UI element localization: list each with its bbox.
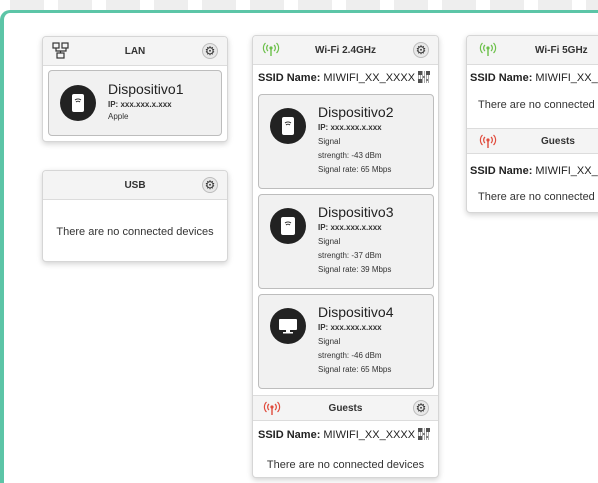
network-icon [52, 42, 70, 65]
wifi5-panel-header: Wi-Fi 5GHz [467, 36, 598, 65]
ssid-label: SSID Name: [470, 165, 533, 177]
device-signal-rate: Signal rate: 39 Mbps [318, 265, 392, 274]
device-signal-rate: Signal rate: 65 Mbps [318, 365, 392, 374]
device-name: Dispositivo3 [318, 204, 394, 220]
wifi24-device-card-1[interactable]: Dispositivo2 IP: xxx.xxx.x.xxx Signal st… [258, 94, 434, 189]
ssid-label: SSID Name: [258, 429, 321, 441]
wifi5-guests-empty-message: There are no connected [478, 191, 595, 203]
wifi24-device-card-3[interactable]: Dispositivo4 IP: xxx.xxx.x.xxx Signal st… [258, 294, 434, 389]
usb-panel-header: USB ⚙ [43, 171, 227, 200]
lan-title: LAN [124, 45, 146, 57]
wifi24-device-card-2[interactable]: Dispositivo3 IP: xxx.xxx.x.xxx Signal st… [258, 194, 434, 289]
wifi-signal-icon [262, 41, 280, 62]
guests-title: Guests [541, 135, 575, 147]
usb-panel: USB ⚙ There are no connected devices [42, 170, 228, 262]
phone-icon [60, 85, 96, 121]
ssid-label: SSID Name: [258, 72, 321, 84]
device-signal-strength: strength: -46 dBm [318, 351, 382, 360]
wifi24-panel-header: Wi-Fi 2.4GHz ⚙ [253, 36, 438, 65]
device-signal-strength: strength: -43 dBm [318, 151, 382, 160]
device-signal-label: Signal [318, 237, 341, 246]
ssid-value: MIWIFI_XX_X [535, 72, 598, 84]
device-vendor: Apple [108, 112, 129, 121]
guests-wifi-icon [479, 133, 497, 154]
lan-panel: LAN ⚙ Dispositivo1 IP: xxx.xxx.x.xxx App… [42, 36, 228, 142]
wifi24-settings-gear-icon[interactable]: ⚙ [413, 42, 429, 58]
wifi24-ssid: SSID Name: MIWIFI_XX_XXXX [253, 67, 438, 89]
guests-wifi-icon [263, 400, 281, 421]
wifi5-panel: Wi-Fi 5GHz SSID Name: MIWIFI_XX_X There … [466, 35, 598, 213]
tablet-icon [270, 208, 306, 244]
wifi24-guests-header: Guests ⚙ [253, 395, 438, 421]
device-signal-label: Signal [318, 137, 341, 146]
top-dashed-strip [10, 0, 598, 10]
guests-settings-gear-icon[interactable]: ⚙ [413, 400, 429, 416]
usb-settings-gear-icon[interactable]: ⚙ [202, 177, 218, 193]
phone-icon [270, 108, 306, 144]
device-name: Dispositivo2 [318, 104, 394, 120]
device-ip: IP: xxx.xxx.x.xxx [318, 123, 382, 132]
device-signal-strength: strength: -37 dBm [318, 251, 382, 260]
usb-title: USB [124, 179, 146, 191]
ssid-value: MIWIFI_XX_XXXX [323, 72, 416, 84]
device-signal-rate: Signal rate: 65 Mbps [318, 165, 392, 174]
device-ip: IP: xxx.xxx.x.xxx [318, 323, 382, 332]
device-ip: IP: xxx.xxx.x.xxx [318, 223, 382, 232]
guests-title: Guests [328, 402, 363, 414]
ssid-value: MIWIFI_XX_X [535, 165, 598, 177]
wifi5-empty-message: There are no connected [478, 99, 595, 111]
wifi5-guests-header: Guests [467, 128, 598, 154]
guests-empty-message: There are no connected devices [266, 459, 425, 471]
device-ip: IP: xxx.xxx.x.xxx [108, 100, 172, 109]
wifi5-title: Wi-Fi 5GHz [535, 44, 588, 56]
qr-code-icon[interactable] [418, 71, 430, 83]
device-signal-label: Signal [318, 337, 341, 346]
qr-code-icon[interactable] [418, 428, 430, 440]
wifi24-title: Wi-Fi 2.4GHz [314, 44, 377, 56]
lan-settings-gear-icon[interactable]: ⚙ [202, 43, 218, 59]
wifi5-ssid: SSID Name: MIWIFI_XX_X [467, 67, 598, 89]
lan-device-card[interactable]: Dispositivo1 IP: xxx.xxx.x.xxx Apple [48, 70, 222, 136]
wifi-signal-icon [479, 41, 497, 62]
device-name: Dispositivo1 [108, 81, 184, 97]
ssid-label: SSID Name: [470, 72, 533, 84]
wifi5-guests-ssid: SSID Name: MIWIFI_XX_X [467, 160, 598, 182]
monitor-icon [270, 308, 306, 344]
lan-panel-header: LAN ⚙ [43, 37, 227, 66]
ssid-value: MIWIFI_XX_XXXX [323, 429, 416, 441]
wifi24-guests-ssid: SSID Name: MIWIFI_XX_XXXX [253, 424, 438, 446]
usb-empty-message: There are no connected devices [56, 226, 214, 238]
wifi24-panel: Wi-Fi 2.4GHz ⚙ SSID Name: MIWIFI_XX_XXXX… [252, 35, 439, 478]
device-name: Dispositivo4 [318, 304, 394, 320]
